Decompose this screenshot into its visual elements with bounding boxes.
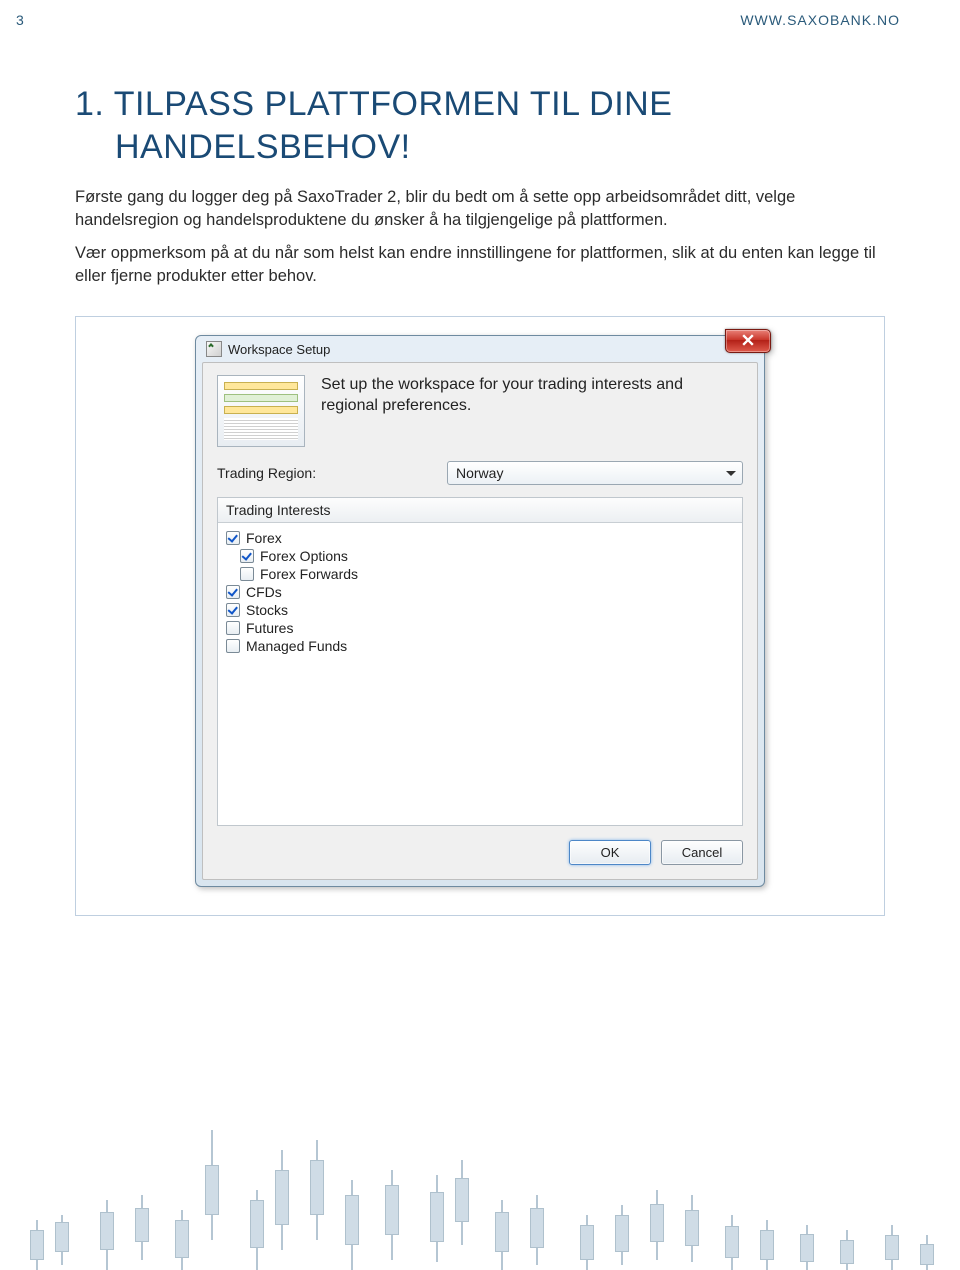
checkbox[interactable] [226, 531, 240, 545]
candlestick-decoration [0, 1090, 960, 1270]
cancel-button[interactable]: Cancel [661, 840, 743, 865]
title-line1: 1. TILPASS PLATTFORMEN TIL DINE [75, 85, 672, 123]
intro-paragraph-2: Vær oppmerksom på at du når som helst ka… [75, 242, 885, 288]
checkbox[interactable] [226, 585, 240, 599]
checkbox[interactable] [240, 567, 254, 581]
trading-region-dropdown[interactable]: Norway [447, 461, 743, 485]
interest-label: Managed Funds [246, 638, 347, 654]
dialog-titlebar[interactable]: Workspace Setup [202, 338, 758, 362]
interest-label: Forex Forwards [260, 566, 358, 582]
page-number: 3 [16, 12, 24, 28]
trading-region-label: Trading Region: [217, 465, 447, 481]
dialog-title: Workspace Setup [228, 342, 330, 357]
checkbox[interactable] [226, 621, 240, 635]
interest-row[interactable]: Forex Forwards [226, 565, 734, 583]
checkbox[interactable] [226, 639, 240, 653]
title-line2: HANDELSBEHOV! [75, 126, 885, 169]
interest-row[interactable]: Futures [226, 619, 734, 637]
checkbox[interactable] [226, 603, 240, 617]
trading-region-value: Norway [456, 465, 503, 481]
trading-interests-header: Trading Interests [218, 498, 742, 523]
intro-paragraph-1: Første gang du logger deg på SaxoTrader … [75, 186, 885, 232]
interest-row[interactable]: Stocks [226, 601, 734, 619]
chevron-down-icon [726, 471, 736, 476]
app-icon [206, 341, 222, 357]
interest-row[interactable]: CFDs [226, 583, 734, 601]
site-url: WWW.SAXOBANK.NO [740, 12, 900, 28]
interest-label: Stocks [246, 602, 288, 618]
workspace-setup-dialog: Workspace Setup Set up the workspace for… [195, 335, 765, 887]
close-icon [742, 334, 754, 349]
screenshot-frame: Workspace Setup Set up the workspace for… [75, 316, 885, 916]
checkbox[interactable] [240, 549, 254, 563]
interest-label: Futures [246, 620, 293, 636]
workspace-thumbnail [217, 375, 305, 447]
interest-row[interactable]: Managed Funds [226, 637, 734, 655]
interest-label: CFDs [246, 584, 282, 600]
page-title: 1. TILPASS PLATTFORMEN TIL DINE HANDELSB… [75, 83, 885, 168]
trading-interests-group: Trading Interests Forex Forex Options Fore… [217, 497, 743, 826]
ok-button[interactable]: OK [569, 840, 651, 865]
close-button[interactable] [725, 329, 771, 353]
interest-label: Forex Options [260, 548, 348, 564]
interest-row[interactable]: Forex Options [226, 547, 734, 565]
dialog-description: Set up the workspace for your trading in… [321, 375, 743, 417]
interest-row[interactable]: Forex [226, 529, 734, 547]
interest-label: Forex [246, 530, 282, 546]
